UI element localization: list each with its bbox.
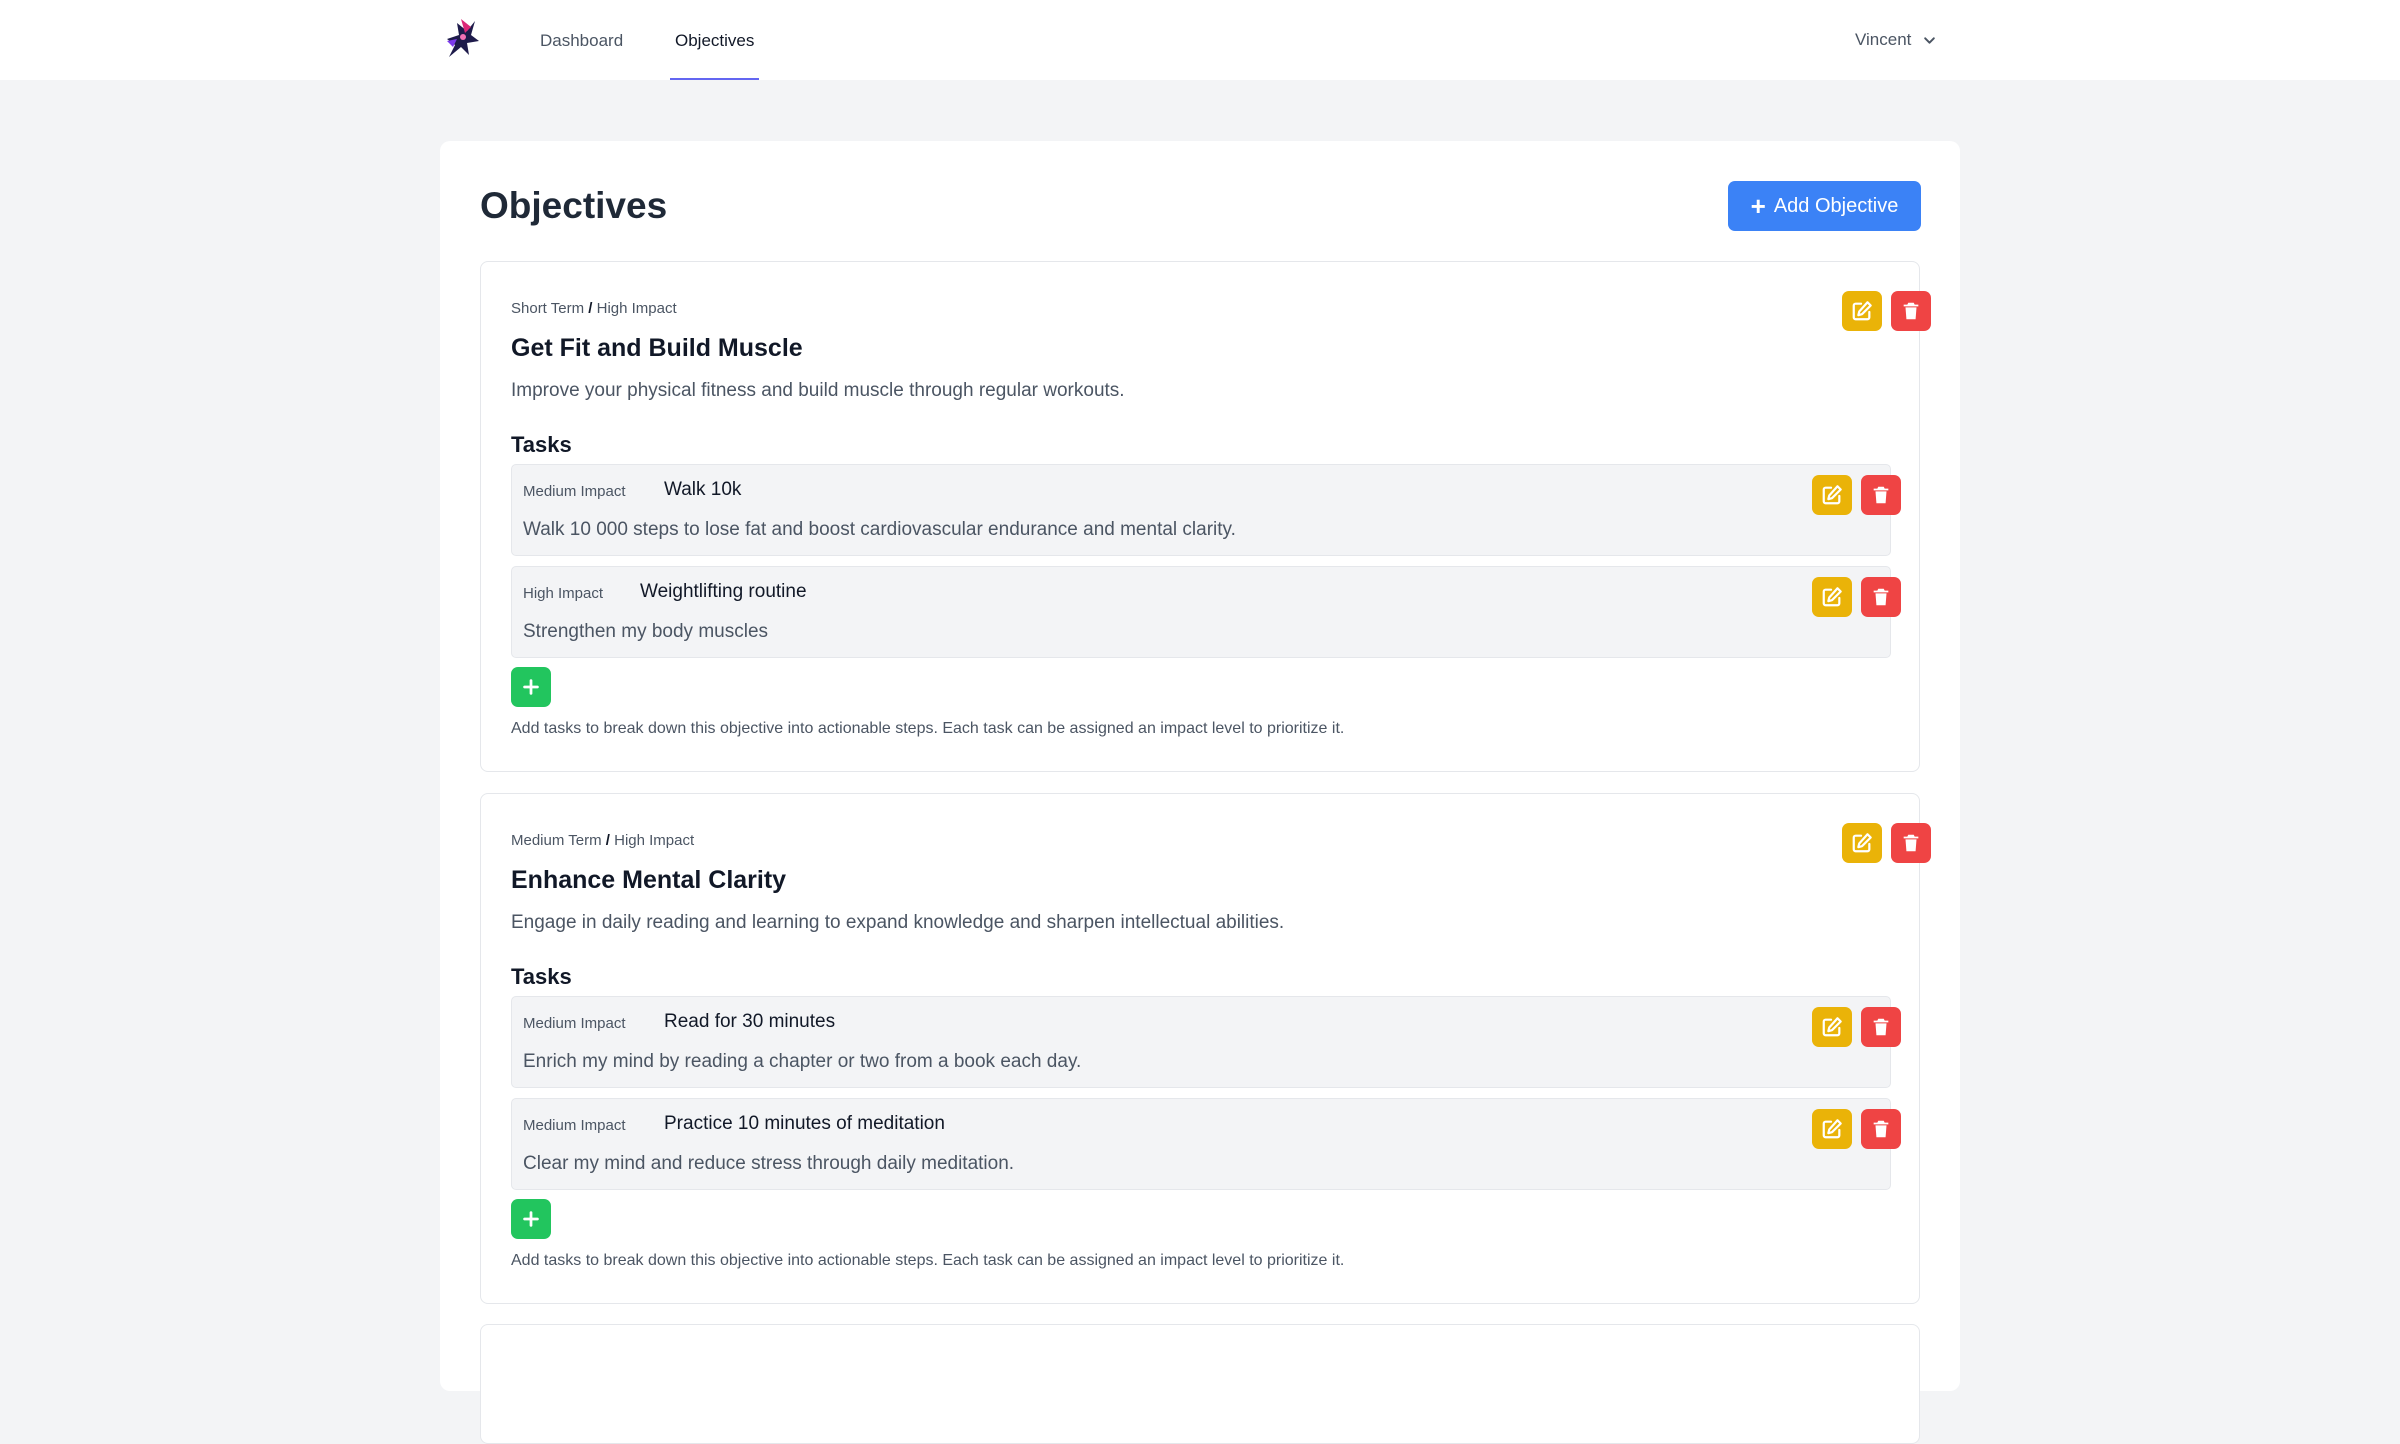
plus-icon: + [1750,191,1766,221]
page-title: Objectives [480,185,668,226]
trash-icon [1873,1120,1889,1138]
trash-icon [1873,1018,1889,1036]
edit-task-button[interactable] [1812,1109,1852,1149]
trash-icon [1873,588,1889,606]
objective-card: Short Term / High Impact Get Fit and Bui… [480,261,1931,772]
chevron-down-icon [1924,36,1936,44]
trash-icon [1873,486,1889,504]
tasks-heading: Tasks [511,432,572,457]
delete-task-button[interactable] [1861,577,1901,617]
task-item: Medium Impact Read for 30 minutes Enrich… [511,996,1901,1088]
trash-icon [1903,302,1919,320]
objective-meta: Short Term / High Impact [511,300,677,317]
objective-meta: Medium Term / High Impact [511,832,695,849]
objective-term: Short Term [511,300,585,317]
task-item: Medium Impact Practice 10 minutes of med… [511,1098,1901,1190]
delete-task-button[interactable] [1861,1007,1901,1047]
task-title: Practice 10 minutes of meditation [664,1113,945,1134]
edit-task-button[interactable] [1812,577,1852,617]
add-task-helper: Add tasks to break down this objective i… [511,1252,1345,1269]
add-objective-button[interactable]: + Add Objective [1728,181,1921,231]
edit-icon [1822,1119,1842,1139]
task-title: Walk 10k [664,479,742,500]
task-title: Weightlifting routine [640,581,807,602]
user-name: Vincent [1855,30,1912,49]
task-title: Read for 30 minutes [664,1011,836,1032]
task-description: Enrich my mind by reading a chapter or t… [523,1051,1082,1072]
plus-icon [523,679,539,695]
objective-card: Medium Term / High Impact Enhance Mental… [480,793,1931,1304]
task-impact: High Impact [523,585,604,602]
task-description: Clear my mind and reduce stress through … [523,1153,1015,1174]
plus-icon [523,1211,539,1227]
objective-impact: High Impact [596,300,677,317]
add-task-button[interactable] [511,1199,551,1239]
task-description: Strengthen my body muscles [523,621,769,642]
add-task-helper: Add tasks to break down this objective i… [511,720,1345,737]
edit-objective-button[interactable] [1842,291,1882,331]
objectives-panel: Objectives + Add Objective Short Term / … [440,141,1960,1444]
add-task-button[interactable] [511,667,551,707]
objective-description: Improve your physical fitness and build … [511,380,1125,401]
objective-card [480,1324,1920,1444]
edit-objective-button[interactable] [1842,823,1882,863]
objective-title: Get Fit and Build Muscle [511,334,803,362]
edit-icon [1822,1017,1842,1037]
trash-icon [1903,834,1919,852]
delete-objective-button[interactable] [1891,291,1931,331]
delete-objective-button[interactable] [1891,823,1931,863]
edit-icon [1822,587,1842,607]
objective-title: Enhance Mental Clarity [511,866,787,894]
edit-icon [1852,301,1872,321]
objective-description: Engage in daily reading and learning to … [511,912,1285,933]
edit-task-button[interactable] [1812,1007,1852,1047]
edit-task-button[interactable] [1812,475,1852,515]
objective-term: Medium Term [511,832,602,849]
task-impact: Medium Impact [523,483,626,500]
objective-impact: High Impact [614,832,695,849]
task-item: Medium Impact Walk 10k Walk 10 000 steps… [511,464,1901,556]
task-impact: Medium Impact [523,1117,626,1134]
logo-icon[interactable] [441,17,481,61]
add-objective-label: Add Objective [1773,194,1899,217]
nav-objectives[interactable]: Objectives [670,0,760,80]
user-menu[interactable]: Vincent [1855,25,1936,55]
edit-icon [1822,485,1842,505]
top-navigation: Dashboard Objectives Vincent [0,0,2400,80]
delete-task-button[interactable] [1861,1109,1901,1149]
tasks-heading: Tasks [511,964,572,989]
edit-icon [1852,833,1872,853]
task-item: High Impact Weightlifting routine Streng… [511,566,1901,658]
nav-dashboard[interactable]: Dashboard [540,0,623,80]
task-description: Walk 10 000 steps to lose fat and boost … [523,519,1236,540]
delete-task-button[interactable] [1861,475,1901,515]
task-impact: Medium Impact [523,1015,626,1032]
